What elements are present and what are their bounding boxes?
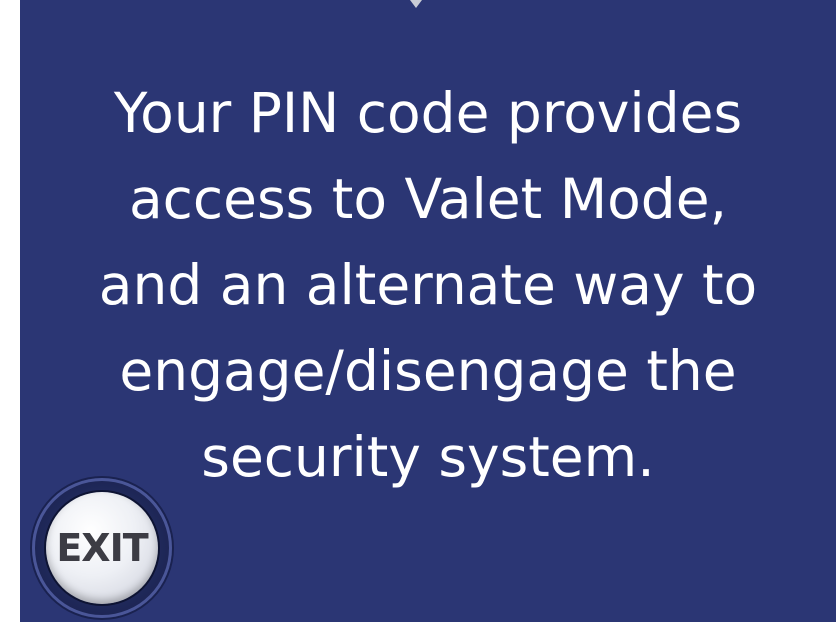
- info-message: Your PIN code provides access to Valet M…: [98, 81, 758, 489]
- top-indicator-notch: [410, 0, 422, 8]
- exit-button-face[interactable]: EXIT: [46, 492, 158, 604]
- info-screen: Your PIN code provides access to Valet M…: [20, 0, 836, 622]
- exit-button[interactable]: EXIT: [32, 478, 172, 618]
- exit-button-label: EXIT: [56, 526, 148, 570]
